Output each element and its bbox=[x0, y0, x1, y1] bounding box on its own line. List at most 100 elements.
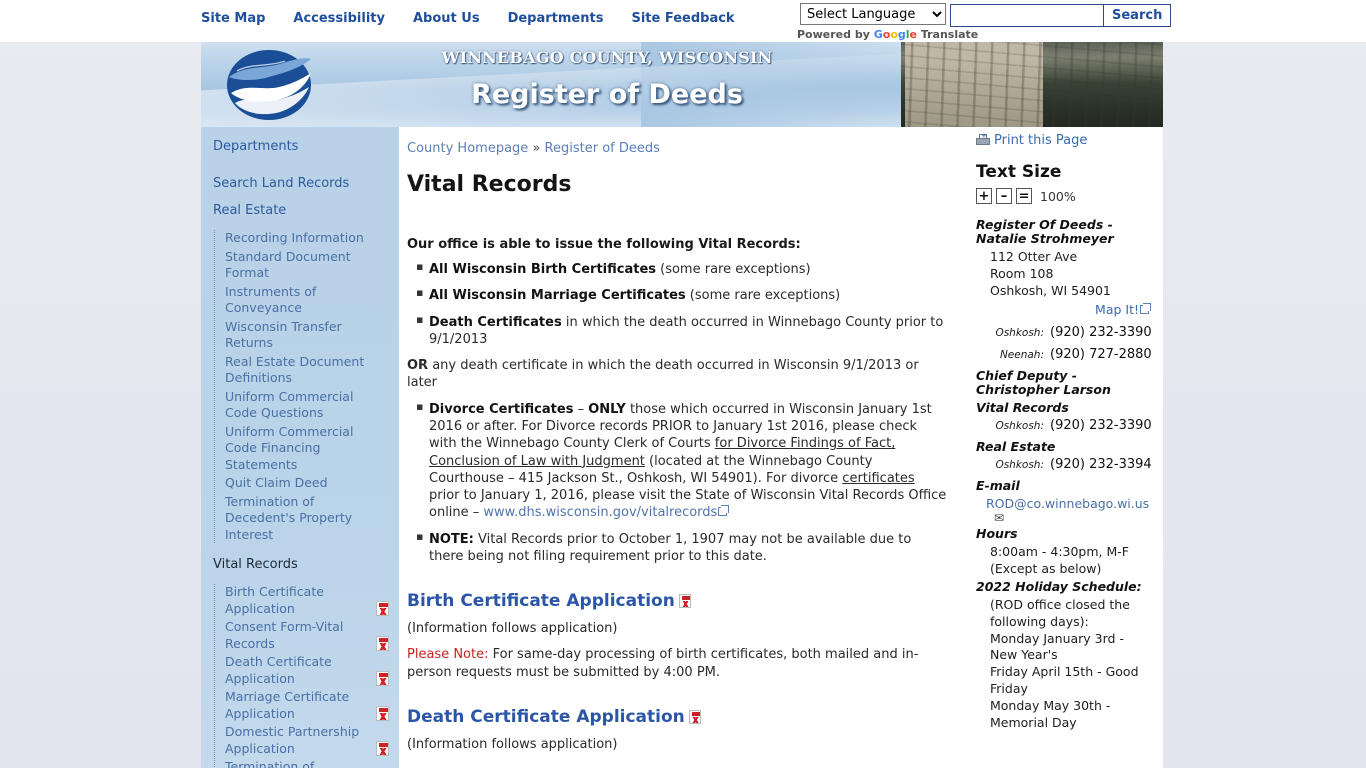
or-death-certificate-line: OR any death certificate in which the de… bbox=[407, 357, 948, 392]
phone-city-label: Oshkosh: bbox=[995, 326, 1044, 339]
list-item[interactable]: Wisconsin Transfer Returns bbox=[225, 319, 389, 352]
topnav-item-about-us[interactable]: About Us bbox=[413, 11, 480, 26]
sidebar-item-termination-decedents-property-interest[interactable]: Termination of Decedent's Property Inter… bbox=[225, 494, 352, 542]
email-row[interactable]: ROD@co.winnebago.wi.us bbox=[986, 496, 1155, 511]
phone-row-real-estate: Oshkosh: (920) 232-3394 bbox=[990, 457, 1155, 472]
lead-text: Our office is able to issue the followin… bbox=[407, 237, 801, 252]
google-letter-g: G bbox=[873, 28, 883, 41]
list-item[interactable]: Termination of Domestic Partnership Appl… bbox=[225, 759, 389, 768]
list-item[interactable]: Marriage Certificate Application bbox=[225, 689, 389, 722]
breadcrumb: County Homepage » Register of Deeds bbox=[407, 141, 948, 156]
language-translate-widget: Select Language bbox=[800, 3, 946, 25]
dhs-wisconsin-vitalrecords-link[interactable]: www.dhs.wisconsin.gov/vitalrecords bbox=[483, 505, 717, 520]
breadcrumb-county-homepage[interactable]: County Homepage bbox=[407, 141, 528, 156]
list-item[interactable]: Recording Information bbox=[225, 230, 389, 247]
pdf-icon bbox=[376, 706, 389, 721]
text-size-increase-button[interactable]: + bbox=[976, 188, 992, 204]
text-size-decrease-button[interactable]: – bbox=[996, 188, 1012, 204]
address-line-3: Oshkosh, WI 54901 bbox=[990, 282, 1111, 298]
print-this-page-link[interactable]: Print this Page bbox=[994, 133, 1087, 148]
text-size-reset-button[interactable]: = bbox=[1016, 188, 1032, 204]
list-item[interactable]: Birth Certificate Application bbox=[225, 584, 389, 617]
holiday-memorial-day: Monday May 30th - Memorial Day bbox=[990, 698, 1111, 730]
sidebar-item-death-certificate-application[interactable]: Death Certificate Application bbox=[225, 654, 332, 686]
email-link[interactable]: ROD@co.winnebago.wi.us bbox=[986, 496, 1149, 511]
top-navigation: Site Map Accessibility About Us Departme… bbox=[201, 11, 735, 26]
bullet-bold-marriage: All Wisconsin Marriage Certificates bbox=[429, 288, 686, 304]
sidebar-section-real-estate: Real Estate bbox=[213, 203, 389, 218]
sidebar-item-quit-claim-deed[interactable]: Quit Claim Deed bbox=[225, 475, 328, 490]
hours-heading: Hours bbox=[976, 526, 1018, 542]
sidebar-item-ucc-financing-statements[interactable]: Uniform Commercial Code Financing Statem… bbox=[225, 424, 353, 472]
phone-number: (920) 232-3390 bbox=[1050, 417, 1152, 433]
map-it-link[interactable]: Map It! bbox=[1095, 302, 1139, 317]
top-utility-bar: Site Map Accessibility About Us Departme… bbox=[0, 0, 1366, 42]
topnav-item-departments[interactable]: Departments bbox=[508, 11, 604, 26]
right-info-column: + Print this Page Text Size + – = 100% R… bbox=[964, 127, 1163, 768]
language-select[interactable]: Select Language bbox=[800, 3, 946, 25]
topnav-item-site-map[interactable]: Site Map bbox=[201, 11, 265, 26]
breadcrumb-register-of-deeds[interactable]: Register of Deeds bbox=[545, 141, 660, 156]
sidebar-item-birth-certificate-application[interactable]: Birth Certificate Application bbox=[225, 584, 324, 616]
sidebar-item-instruments-of-conveyance[interactable]: Instruments of Conveyance bbox=[225, 284, 316, 316]
google-letter-g2: g bbox=[897, 28, 906, 41]
pdf-icon bbox=[376, 671, 389, 686]
search-input[interactable] bbox=[951, 5, 1103, 26]
section-heading-birth-certificate-application[interactable]: Birth Certificate Application bbox=[407, 591, 948, 611]
sidebar-section-search-land-records: Search Land Records bbox=[213, 176, 389, 191]
list-item[interactable]: Death Certificate Application bbox=[225, 654, 389, 687]
pdf-icon bbox=[376, 741, 389, 756]
bullet-rest-birth: (some rare exceptions) bbox=[656, 262, 811, 277]
list-item[interactable]: Uniform Commercial Code Questions bbox=[225, 389, 389, 422]
sidebar-item-consent-form-vital-records[interactable]: Consent Form-Vital Records bbox=[225, 619, 343, 651]
sidebar-item-standard-document-format[interactable]: Standard Document Format bbox=[225, 249, 351, 281]
sidebar-item-wisconsin-transfer-returns[interactable]: Wisconsin Transfer Returns bbox=[225, 319, 342, 351]
sidebar-item-termination-domestic-partnership-application[interactable]: Termination of Domestic Partnership Appl… bbox=[225, 759, 359, 768]
death-info-follows: (Information follows application) bbox=[407, 736, 618, 752]
records-bullet-list: All Wisconsin Birth Certificates (some r… bbox=[407, 260, 948, 349]
sidebar-item-marriage-certificate-application[interactable]: Marriage Certificate Application bbox=[225, 689, 349, 721]
sidebar-item-real-estate[interactable]: Real Estate bbox=[213, 203, 286, 218]
vital-records-heading: Vital Records bbox=[976, 399, 1069, 415]
envelope-icon: ✉ bbox=[994, 510, 1005, 525]
sidebar-real-estate-sublist: Recording Information Standard Document … bbox=[214, 230, 389, 543]
holiday-new-years: Monday January 3rd - New Year's bbox=[990, 630, 1124, 663]
map-it-row[interactable]: Map It! bbox=[976, 302, 1151, 317]
death-certificate-application-link[interactable]: Death Certificate Application bbox=[407, 707, 685, 727]
sidebar-item-real-estate-document-definitions[interactable]: Real Estate Document Definitions bbox=[225, 354, 364, 386]
sidebar-item-ucc-questions[interactable]: Uniform Commercial Code Questions bbox=[225, 389, 353, 421]
list-item[interactable]: Consent Form-Vital Records bbox=[225, 619, 389, 652]
divorce-bold-label: Divorce Certificates bbox=[429, 401, 574, 417]
list-item: NOTE: Vital Records prior to October 1, … bbox=[416, 530, 948, 566]
search-button[interactable]: Search bbox=[1103, 5, 1171, 26]
translate-word: Translate bbox=[917, 28, 979, 41]
list-item[interactable]: Uniform Commercial Code Financing Statem… bbox=[225, 424, 389, 474]
topnav-item-site-feedback[interactable]: Site Feedback bbox=[631, 11, 734, 26]
banner-county-name: WINNEBAGO COUNTY, WISCONSIN bbox=[441, 48, 773, 67]
topnav-item-accessibility[interactable]: Accessibility bbox=[293, 11, 385, 26]
powered-by-google-translate: Powered by Google Translate bbox=[797, 28, 978, 41]
sidebar-item-departments[interactable]: Departments bbox=[213, 139, 298, 154]
print-this-page-row[interactable]: + Print this Page bbox=[976, 133, 1155, 148]
winnebago-county-logo bbox=[227, 50, 311, 120]
text-size-controls: + – = 100% bbox=[976, 188, 1155, 204]
bullet-bold-death: Death Certificates bbox=[429, 314, 562, 330]
list-item[interactable]: Instruments of Conveyance bbox=[225, 284, 389, 317]
holiday-schedule-heading: 2022 Holiday Schedule: bbox=[976, 578, 1142, 594]
list-item: Death Certificates in which the death oc… bbox=[416, 313, 948, 349]
divorce-certificates-link[interactable]: certificates bbox=[842, 471, 914, 486]
birth-certificate-application-link[interactable]: Birth Certificate Application bbox=[407, 591, 675, 611]
sidebar-item-search-land-records[interactable]: Search Land Records bbox=[213, 176, 349, 191]
list-item[interactable]: Quit Claim Deed bbox=[225, 475, 389, 492]
list-item[interactable]: Real Estate Document Definitions bbox=[225, 354, 389, 387]
sidebar-item-recording-information[interactable]: Recording Information bbox=[225, 230, 364, 245]
list-item[interactable]: Domestic Partnership Application bbox=[225, 724, 389, 757]
hours-line-2: (Except as below) bbox=[990, 560, 1102, 576]
sidebar-item-domestic-partnership-application[interactable]: Domestic Partnership Application bbox=[225, 724, 359, 756]
please-note-label: Please Note: bbox=[407, 647, 489, 663]
list-item[interactable]: Termination of Decedent's Property Inter… bbox=[225, 494, 389, 544]
banner-department-name: Register of Deeds bbox=[471, 79, 743, 110]
section-heading-death-certificate-application[interactable]: Death Certificate Application bbox=[407, 707, 948, 727]
list-item[interactable]: Standard Document Format bbox=[225, 249, 389, 282]
page-title: Vital Records bbox=[407, 172, 572, 197]
